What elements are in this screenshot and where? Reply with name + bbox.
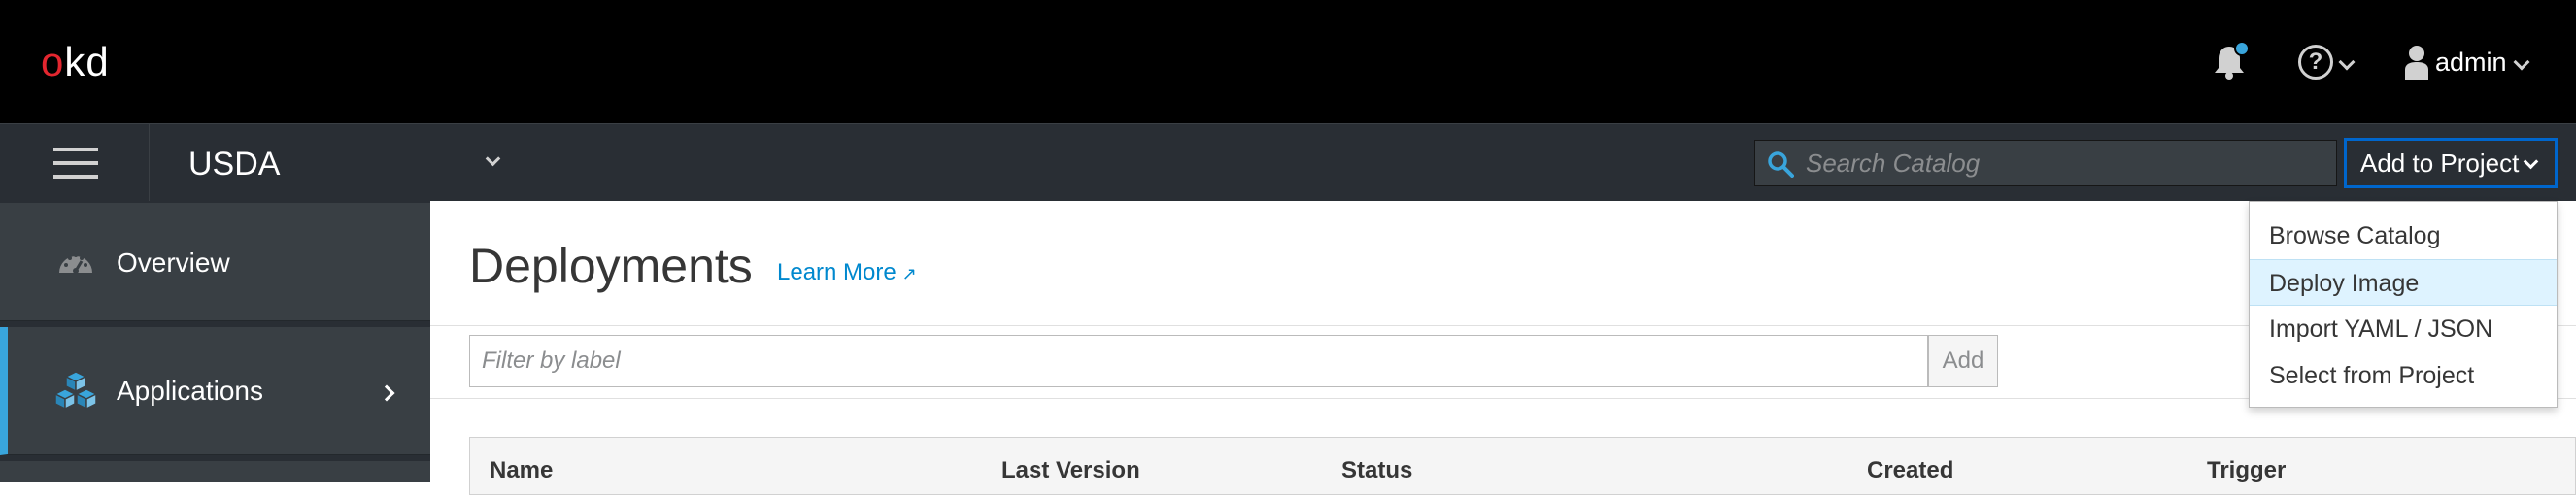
logo-o: o	[41, 39, 65, 84]
user-chevron-down-icon[interactable]	[2513, 53, 2530, 71]
masthead: okd ? admin	[0, 0, 2576, 123]
menu-item-select-from-project[interactable]: Select from Project	[2250, 352, 2557, 399]
project-chevron-down-icon[interactable]	[485, 150, 501, 167]
page-title: Deployments	[469, 239, 753, 293]
divider	[149, 124, 150, 202]
cubes-icon	[53, 371, 98, 411]
add-to-project-dropdown: Browse Catalog Deploy Image Import YAML …	[2249, 201, 2558, 408]
user-menu-label[interactable]: admin	[2435, 48, 2507, 78]
learn-more-label: Learn More	[777, 259, 897, 285]
help-chevron-down-icon[interactable]	[2338, 53, 2356, 71]
hamburger-menu-icon[interactable]	[53, 148, 98, 179]
search-catalog-input[interactable]	[1806, 141, 2330, 185]
learn-more-link[interactable]: Learn More ↗	[777, 259, 917, 286]
dashboard-icon	[59, 253, 92, 274]
menu-item-deploy-image[interactable]: Deploy Image	[2250, 259, 2557, 306]
menu-item-browse-catalog[interactable]: Browse Catalog	[2250, 213, 2557, 259]
table-header: Name Last Version Status Created Trigger	[469, 437, 2576, 495]
help-icon[interactable]: ?	[2298, 45, 2333, 80]
sidebar-item-overview[interactable]: Overview	[0, 203, 430, 321]
search-catalog-box	[1754, 140, 2337, 186]
okd-logo[interactable]: okd	[41, 39, 110, 85]
external-link-icon: ↗	[901, 264, 917, 283]
logo-kd: kd	[64, 39, 110, 84]
sidebar: Overview Applications	[0, 201, 430, 482]
column-header-last-version[interactable]: Last Version	[1001, 457, 1140, 484]
column-header-name[interactable]: Name	[490, 457, 553, 484]
user-icon[interactable]	[2403, 45, 2430, 80]
column-header-created[interactable]: Created	[1867, 457, 1953, 484]
sidebar-item-next[interactable]	[0, 461, 430, 482]
project-bar: USDA Add to Project	[0, 123, 2576, 202]
notification-badge	[2234, 41, 2250, 56]
project-name[interactable]: USDA	[188, 146, 280, 183]
filter-box	[469, 335, 1928, 387]
chevron-right-icon	[378, 384, 395, 402]
filter-add-button[interactable]: Add	[1928, 335, 1998, 387]
column-header-status[interactable]: Status	[1341, 457, 1412, 484]
filter-by-label-input[interactable]	[470, 336, 1927, 386]
sidebar-item-label: Overview	[117, 248, 230, 278]
sidebar-item-applications[interactable]: Applications	[0, 327, 430, 455]
search-icon	[1768, 151, 1794, 178]
menu-item-import-yaml-json[interactable]: Import YAML / JSON	[2250, 306, 2557, 352]
sidebar-item-label: Applications	[117, 376, 263, 406]
column-header-trigger[interactable]: Trigger	[2207, 457, 2286, 484]
